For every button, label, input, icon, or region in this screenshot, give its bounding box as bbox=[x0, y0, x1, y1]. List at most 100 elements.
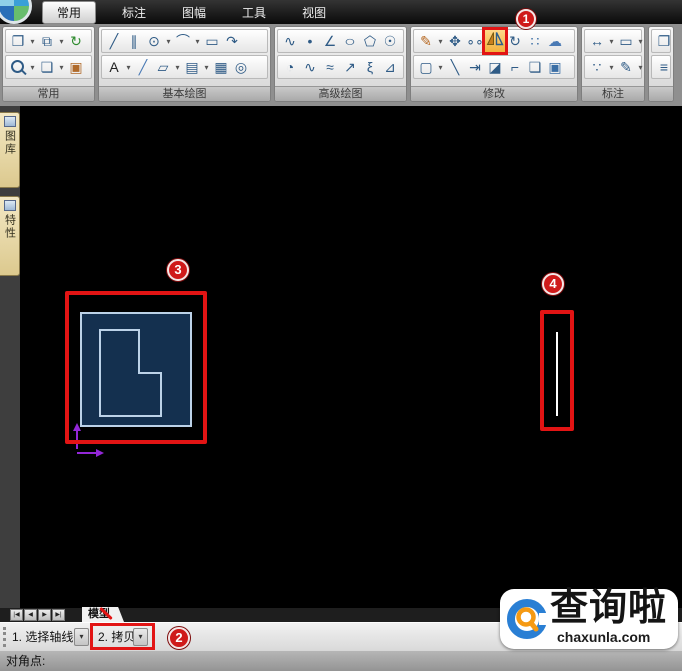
rotate-icon[interactable]: ↻ bbox=[505, 30, 525, 52]
paste-icon-dropdown[interactable]: ▾ bbox=[28, 37, 37, 46]
status-prompt: 对角点: bbox=[6, 654, 46, 668]
wipeout-icon[interactable]: ◔ bbox=[280, 56, 300, 78]
offset-icon[interactable]: ☁ bbox=[545, 30, 565, 52]
text-icon-dropdown[interactable]: ▾ bbox=[124, 63, 133, 72]
move-icon[interactable]: ✥ bbox=[445, 30, 465, 52]
text-icon[interactable]: A bbox=[104, 56, 124, 78]
panel-label-modify: 修改 bbox=[411, 86, 577, 101]
copy-icon-dropdown[interactable]: ▾ bbox=[57, 37, 66, 46]
left-sidebar: 图库 特性 bbox=[0, 106, 20, 608]
status-bar: 对角点: bbox=[0, 650, 682, 671]
line-icon[interactable]: ╱ bbox=[104, 30, 124, 52]
option-select-axis[interactable]: 1. 选择轴线 bbox=[12, 623, 73, 651]
arc-icon[interactable]: ⌒ bbox=[173, 30, 193, 52]
sheet-nav-button-0[interactable]: |◀ bbox=[10, 609, 23, 621]
block-icon[interactable]: ▤ bbox=[182, 56, 202, 78]
watermark-url: chaxunla.com bbox=[557, 629, 651, 645]
grid-icon[interactable]: ▦ bbox=[211, 56, 231, 78]
fillet-icon[interactable]: ⌐ bbox=[505, 56, 525, 78]
rectangle-icon[interactable]: ▭ bbox=[202, 30, 222, 52]
sidebar-tab-properties[interactable]: 特性 bbox=[0, 196, 20, 276]
extend-icon[interactable]: ⇥ bbox=[465, 56, 485, 78]
circle-icon[interactable]: ⊙ bbox=[144, 30, 164, 52]
sidebar-tab-library-label: 图库 bbox=[3, 130, 16, 156]
zoom-icon[interactable] bbox=[8, 56, 28, 78]
leader-icon-dropdown[interactable]: ▾ bbox=[173, 63, 182, 72]
panel-basic-draw: ╱ ∥ ⊙ ▾ ⌒ ▾ ▭ ↷ A ▾ ╱ ▱ ▾ ▤ ▾ ▦ ◎ 基本绘图 bbox=[98, 26, 271, 102]
break-icon[interactable]: ╲ bbox=[445, 56, 465, 78]
list-icon[interactable]: ≡ bbox=[654, 56, 673, 78]
explode-icon[interactable]: ▣ bbox=[545, 56, 565, 78]
highlight-box-copy-option bbox=[90, 623, 155, 650]
annotation-badge-2: 2 bbox=[168, 627, 190, 649]
tab-dimension[interactable]: 标注 bbox=[112, 1, 156, 24]
hatch-icon[interactable]: ╱ bbox=[133, 56, 153, 78]
arc-icon-dropdown[interactable]: ▾ bbox=[193, 37, 202, 46]
tab-tools[interactable]: 工具 bbox=[232, 1, 276, 24]
highlight-box-source bbox=[65, 291, 207, 444]
scale-icon[interactable]: ∘∘ bbox=[465, 30, 485, 52]
panel-modify: ✎ ▾ ✥ ∘∘ ↻ ∷ ☁ ▢ ▾ ╲ ⇥ ◪ ⌐ ❏ ▣ 修改 bbox=[410, 26, 578, 102]
tab-home[interactable]: 常用 bbox=[42, 1, 97, 24]
sheet-icon[interactable]: ❐ bbox=[654, 30, 673, 52]
paste-icon[interactable]: ❐ bbox=[8, 30, 28, 52]
stamp-icon[interactable]: ☉ bbox=[380, 30, 400, 52]
sidebar-tab-library[interactable]: 图库 bbox=[0, 112, 20, 188]
sheet-nav-button-3[interactable]: ▶| bbox=[52, 609, 65, 621]
polygon-icon[interactable]: ⬠ bbox=[360, 30, 380, 52]
sheet-nav-button-1[interactable]: ◀ bbox=[24, 609, 37, 621]
edit-dim-icon[interactable]: ✎ bbox=[616, 56, 636, 78]
polyline-icon[interactable]: ↷ bbox=[222, 30, 242, 52]
highlight-box-axis-line bbox=[540, 310, 574, 431]
select-icon[interactable]: ▢ bbox=[416, 56, 436, 78]
dimension-icon-dropdown[interactable]: ▾ bbox=[607, 37, 616, 46]
frame-icon-dropdown[interactable]: ▾ bbox=[636, 37, 644, 46]
match-brush-icon-dropdown[interactable]: ▾ bbox=[436, 37, 445, 46]
break-line-icon[interactable]: ≈ bbox=[320, 56, 340, 78]
stretch-icon[interactable]: ❏ bbox=[525, 56, 545, 78]
option-bar-grip[interactable] bbox=[3, 627, 6, 647]
chamfer-icon[interactable]: ◪ bbox=[485, 56, 505, 78]
panel-dim: ↔ ▾ ▭ ▾ ∵ ▾ ✎ ▾ 标注 bbox=[581, 26, 645, 102]
arrow-icon[interactable]: ↗ bbox=[340, 56, 360, 78]
point-icon[interactable]: • bbox=[300, 30, 320, 52]
paste-special-icon-dropdown[interactable]: ▾ bbox=[57, 63, 66, 72]
copy-icon[interactable]: ⧉ bbox=[37, 30, 57, 52]
ribbon: ❐ ▾ ⧉ ▾ ↻ ▾ ❏ ▾ ▣ 常用 ╱ ∥ ⊙ ▾ ⌒ ▾ ▭ ↷ A ▾ ╱ ▱ ▾ ▤ ▾ ▦ ◎ 基本绘图 ∿ • ∠ ○ ⬠ ☉ ◔ ∿… bbox=[0, 24, 682, 106]
properties-icon bbox=[3, 200, 16, 211]
refresh-icon[interactable]: ↻ bbox=[66, 30, 86, 52]
match-brush-icon[interactable]: ✎ bbox=[416, 30, 436, 52]
array-icon[interactable]: ∷ bbox=[525, 30, 545, 52]
tab-view[interactable]: 视图 bbox=[292, 1, 336, 24]
datum-icon-dropdown[interactable]: ▾ bbox=[607, 63, 616, 72]
leader-icon[interactable]: ▱ bbox=[153, 56, 173, 78]
annotation-badge-1: 1 bbox=[516, 9, 536, 29]
wave-line-icon[interactable]: ∿ bbox=[300, 56, 320, 78]
region-icon[interactable]: ◎ bbox=[231, 56, 251, 78]
panel-adv-draw: ∿ • ∠ ○ ⬠ ☉ ◔ ∿ ≈ ↗ ξ ⊿ 高级绘图 bbox=[274, 26, 407, 102]
datum-icon[interactable]: ∵ bbox=[587, 56, 607, 78]
mirror-icon[interactable] bbox=[482, 27, 508, 55]
sheet-nav-button-2[interactable]: ▶ bbox=[38, 609, 51, 621]
circle-icon-dropdown[interactable]: ▾ bbox=[164, 37, 173, 46]
frame-icon[interactable]: ▭ bbox=[616, 30, 636, 52]
spline-icon[interactable]: ∿ bbox=[280, 30, 300, 52]
parallel-line-icon[interactable]: ∥ bbox=[124, 30, 144, 52]
panel-label-basic-draw: 基本绘图 bbox=[99, 86, 270, 101]
edit-dim-icon-dropdown[interactable]: ▾ bbox=[636, 63, 644, 72]
tab-sheet[interactable]: 图幅 bbox=[172, 1, 216, 24]
block-icon-dropdown[interactable]: ▾ bbox=[202, 63, 211, 72]
option-select-axis-dropdown[interactable]: ▾ bbox=[74, 628, 89, 646]
paste-special-icon[interactable]: ❏ bbox=[37, 56, 57, 78]
solid-icon[interactable]: ⊿ bbox=[380, 56, 400, 78]
zoom-icon-dropdown[interactable]: ▾ bbox=[28, 63, 37, 72]
dimension-icon[interactable]: ↔ bbox=[587, 30, 607, 52]
panel-label-common: 常用 bbox=[3, 86, 94, 101]
display-settings-icon[interactable]: ▣ bbox=[66, 56, 86, 78]
contour-icon[interactable]: ξ bbox=[360, 56, 380, 78]
watermark-logo-icon bbox=[507, 599, 549, 639]
panel-overflow: ❐ ≡ bbox=[648, 26, 674, 102]
sheet-nav-buttons: |◀ ◀ ▶ ▶| bbox=[10, 609, 65, 621]
app-window: 常用 标注 图幅 工具 视图 ❐ ▾ ⧉ ▾ ↻ ▾ ❏ ▾ ▣ 常用 ╱ ∥ ⊙ ▾ ⌒ ▾ ▭ ↷ A ▾ ╱ ▱ ▾ ▤ ▾ ▦ ◎ 基… bbox=[0, 0, 682, 671]
select-icon-dropdown[interactable]: ▾ bbox=[436, 63, 445, 72]
